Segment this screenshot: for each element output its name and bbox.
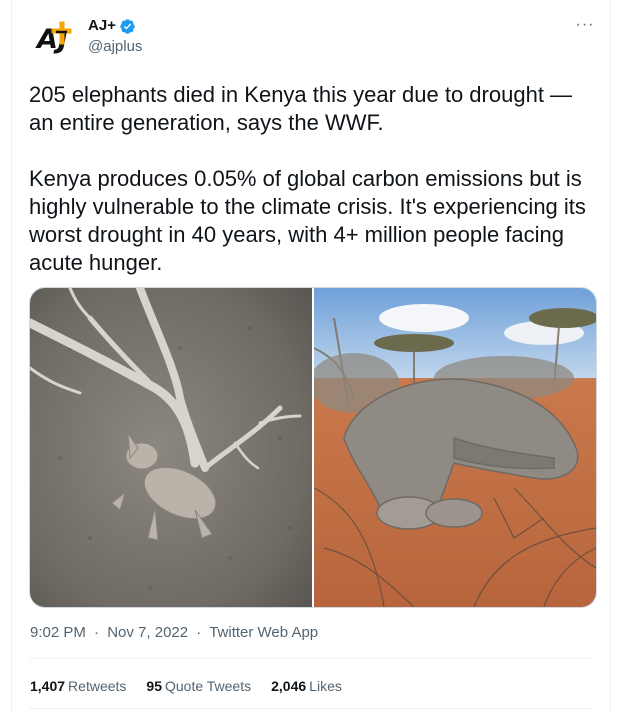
divider	[29, 708, 593, 709]
photo-elephant-bush-image	[314, 288, 596, 607]
photo-aerial-elephant-image	[30, 288, 312, 607]
tweet-text: 205 elephants died in Kenya this year du…	[29, 81, 599, 277]
tweet-source[interactable]: Twitter Web App	[209, 624, 318, 641]
tweet-meta: 9:02 PM · Nov 7, 2022 · Twitter Web App	[30, 623, 318, 643]
ajplus-logo-icon: AJ	[35, 21, 72, 55]
meta-separator: ·	[196, 624, 202, 641]
photo-elephant-bush[interactable]	[314, 288, 596, 607]
quote-tweets-label: Quote Tweets	[164, 678, 252, 694]
author-handle[interactable]: @ajplus	[88, 37, 142, 57]
more-options-icon: ···	[575, 16, 595, 33]
photo-aerial-elephant[interactable]	[30, 288, 312, 607]
retweets-count: 1,407	[30, 678, 66, 694]
avatar[interactable]: AJ	[31, 13, 79, 61]
tweet-card: AJ AJ+ @ajplus ··· 205 elephants died in…	[11, 0, 611, 712]
author-name-text: AJ+	[88, 17, 116, 34]
divider	[29, 658, 593, 659]
retweets-stat[interactable]: 1,407 Retweets	[30, 676, 126, 696]
tweet-date[interactable]: Nov 7, 2022	[107, 624, 188, 641]
tweet-paragraph-1: 205 elephants died in Kenya this year du…	[29, 82, 573, 135]
tweet-paragraph-2: Kenya produces 0.05% of global carbon em…	[29, 166, 586, 275]
quote-tweets-count: 95	[146, 678, 162, 694]
meta-separator: ·	[94, 624, 100, 641]
tweet-stats: 1,407 Retweets 95 Quote Tweets 2,046 Likes	[30, 676, 342, 696]
retweets-label: Retweets	[68, 678, 127, 694]
likes-count: 2,046	[271, 678, 307, 694]
verified-badge-icon	[120, 18, 135, 34]
likes-stat[interactable]: 2,046 Likes	[271, 676, 342, 696]
author-display-name[interactable]: AJ+	[88, 16, 142, 36]
tweet-time[interactable]: 9:02 PM	[30, 624, 86, 641]
media-grid	[29, 287, 597, 608]
quote-tweets-stat[interactable]: 95 Quote Tweets	[146, 676, 251, 696]
author-block: AJ+ @ajplus	[88, 16, 142, 57]
more-options-button[interactable]: ···	[574, 14, 596, 36]
likes-label: Likes	[309, 678, 342, 694]
